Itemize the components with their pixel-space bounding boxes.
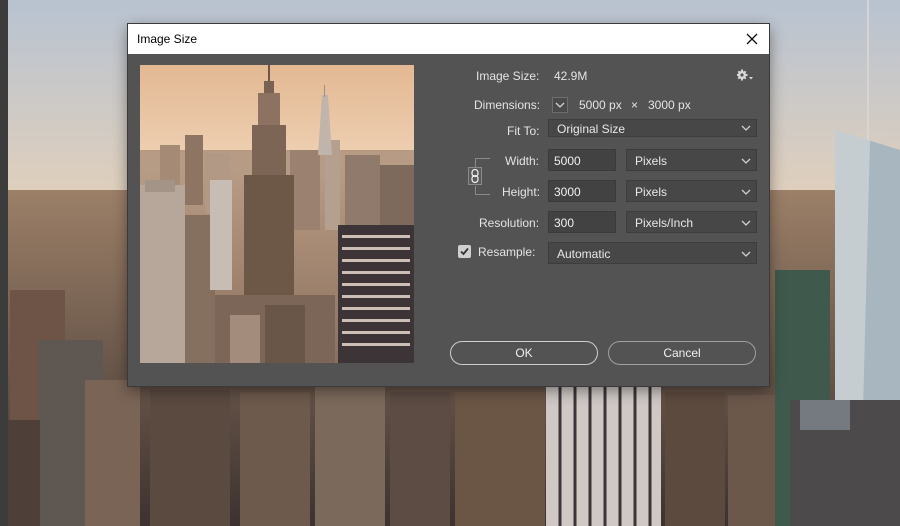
ok-button-label: OK <box>515 346 533 360</box>
dimensions-width: 5000 px <box>579 98 622 112</box>
height-label: Height: <box>502 185 541 199</box>
chevron-down-icon <box>741 158 751 164</box>
chevron-down-icon <box>741 125 751 131</box>
dimensions-separator: × <box>631 98 639 112</box>
constrain-bracket-bottom <box>475 186 490 195</box>
app-panel-edge <box>0 0 8 526</box>
chevron-down-icon <box>741 189 751 195</box>
resolution-unit-select[interactable]: Pixels/Inch <box>626 211 757 233</box>
dimensions-height: 3000 px <box>648 98 691 112</box>
resolution-unit-value: Pixels/Inch <box>635 216 694 230</box>
image-size-dialog: Image Size Image Size: 42.9M Dimensions:… <box>128 24 769 386</box>
resolution-value: 300 <box>554 216 575 230</box>
constrain-bracket-top <box>475 158 490 167</box>
image-size-label: Image Size: <box>476 69 540 83</box>
fit-to-label: Fit To: <box>507 124 540 138</box>
fit-to-value: Original Size <box>557 122 626 136</box>
width-input[interactable]: 5000 <box>548 149 616 171</box>
chevron-down-icon <box>555 102 565 108</box>
width-unit-select[interactable]: Pixels <box>626 149 757 171</box>
chevron-down-icon <box>741 220 751 226</box>
link-chain-icon <box>471 168 479 184</box>
close-icon[interactable] <box>741 28 763 50</box>
resample-checkbox[interactable] <box>458 245 471 258</box>
height-unit-value: Pixels <box>635 185 668 199</box>
settings-gear[interactable] <box>736 69 757 83</box>
cancel-button-label: Cancel <box>663 346 701 360</box>
constrain-proportions-toggle[interactable] <box>468 167 482 185</box>
width-value: 5000 <box>554 154 581 168</box>
image-preview[interactable] <box>140 65 414 363</box>
ok-button[interactable]: OK <box>450 341 598 365</box>
chevron-down-icon <box>741 251 751 257</box>
image-size-value: 42.9M <box>554 69 588 83</box>
checkmark-icon <box>460 247 469 256</box>
height-input[interactable]: 3000 <box>548 180 616 202</box>
resample-method-select[interactable]: Automatic <box>548 242 757 264</box>
fit-to-select[interactable]: Original Size <box>548 119 757 137</box>
resolution-input[interactable]: 300 <box>548 211 616 233</box>
resolution-label: Resolution: <box>479 216 540 230</box>
width-unit-value: Pixels <box>635 154 668 168</box>
dialog-title: Image Size <box>137 32 198 46</box>
dimensions-unit-toggle[interactable] <box>552 97 568 113</box>
height-unit-select[interactable]: Pixels <box>626 180 757 202</box>
dimensions-label: Dimensions: <box>474 98 541 112</box>
height-value: 3000 <box>554 185 581 199</box>
resample-label: Resample: <box>478 245 536 259</box>
gear-icon <box>736 69 753 81</box>
dialog-titlebar[interactable]: Image Size <box>128 24 769 54</box>
resample-method-value: Automatic <box>557 247 611 261</box>
width-label: Width: <box>505 154 540 168</box>
cancel-button[interactable]: Cancel <box>608 341 756 365</box>
